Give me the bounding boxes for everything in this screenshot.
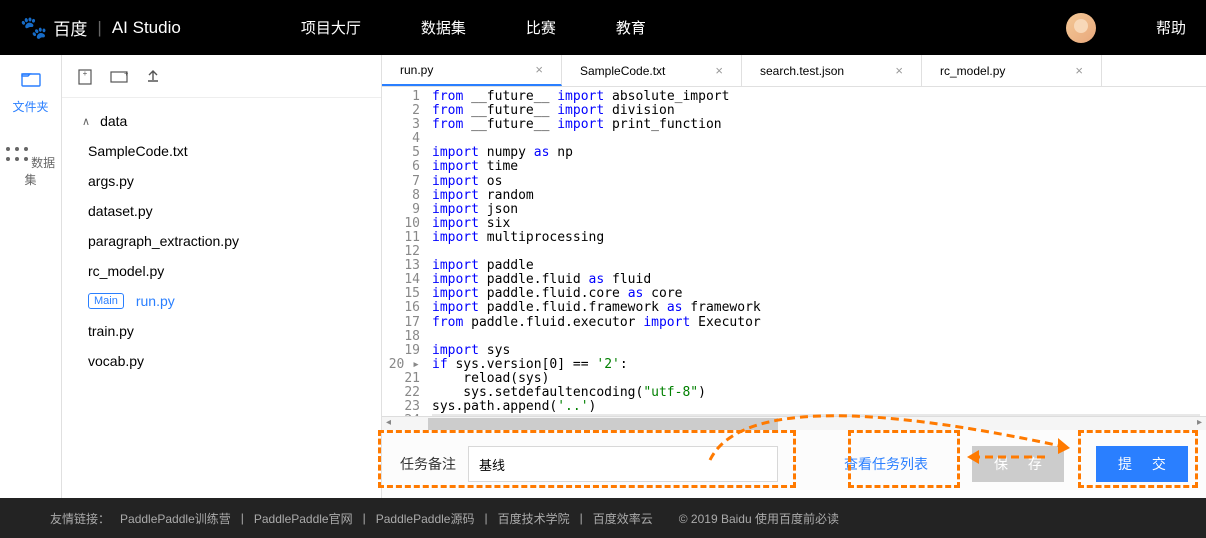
nav-datasets[interactable]: 数据集	[421, 17, 466, 38]
file-panel: + + data SampleCode.txt args.py dataset.…	[62, 55, 382, 498]
scroll-thumb[interactable]	[428, 418, 778, 430]
nav-education[interactable]: 教育	[616, 17, 646, 38]
task-note-label: 任务备注	[400, 454, 456, 474]
view-tasks-link[interactable]: 查看任务列表	[832, 454, 940, 474]
footer-link[interactable]: 百度效率云	[593, 510, 653, 527]
upload-icon[interactable]	[146, 69, 160, 89]
logo-brand: 百度	[53, 15, 87, 40]
footer: 友情链接： PaddlePaddle训练营| PaddlePaddle官网| P…	[0, 498, 1206, 538]
svg-text:+: +	[83, 69, 88, 78]
tree-file[interactable]: vocab.py	[62, 346, 381, 376]
save-button[interactable]: 保 存	[972, 446, 1064, 482]
code-body[interactable]: from __future__ import absolute_importfr…	[426, 87, 1206, 416]
file-tree: data SampleCode.txt args.py dataset.py p…	[62, 98, 381, 384]
main-badge: Main	[88, 293, 124, 309]
left-nav-files-label: 文件夹	[12, 100, 48, 114]
new-folder-icon[interactable]: +	[110, 69, 128, 89]
tree-file[interactable]: SampleCode.txt	[62, 136, 381, 166]
logo[interactable]: 🐾 百度 | AI Studio	[20, 15, 181, 41]
line-gutter: 1234567891011121314151617181920 ▸2122232…	[382, 87, 426, 416]
submit-button[interactable]: 提 交	[1096, 446, 1188, 482]
top-nav: 项目大厅 数据集 比赛 教育	[301, 17, 646, 38]
nav-project-hall[interactable]: 项目大厅	[301, 17, 361, 38]
logo-divider: |	[97, 18, 101, 38]
left-nav-datasets-label: 数据集	[24, 156, 55, 187]
tree-file-active[interactable]: Mainrun.py	[62, 286, 381, 316]
baidu-paw-icon: 🐾	[20, 15, 47, 41]
help-link[interactable]: 帮助	[1156, 17, 1186, 38]
tab-search-json[interactable]: search.test.json×	[742, 55, 922, 86]
header: 🐾 百度 | AI Studio 项目大厅 数据集 比赛 教育 帮助	[0, 0, 1206, 55]
editor-tabs: run.py× SampleCode.txt× search.test.json…	[382, 55, 1206, 87]
avatar[interactable]	[1066, 13, 1096, 43]
header-right: 帮助	[1066, 13, 1186, 43]
close-icon[interactable]: ×	[535, 62, 543, 77]
tree-file[interactable]: train.py	[62, 316, 381, 346]
task-note-input[interactable]	[468, 446, 778, 482]
tree-file[interactable]: args.py	[62, 166, 381, 196]
dataset-icon	[6, 147, 28, 161]
svg-text:+: +	[124, 69, 128, 78]
horizontal-scrollbar[interactable]	[382, 416, 1206, 430]
tab-run-py[interactable]: run.py×	[382, 55, 562, 86]
main: 文件夹 数据集 + + data SampleCode.txt args.py …	[0, 55, 1206, 498]
bottom-bar: 任务备注 查看任务列表 保 存 提 交	[382, 430, 1206, 498]
logo-suffix: AI Studio	[112, 18, 181, 38]
tab-rc-model[interactable]: rc_model.py×	[922, 55, 1102, 86]
tree-file[interactable]: dataset.py	[62, 196, 381, 226]
tree-file[interactable]: paragraph_extraction.py	[62, 226, 381, 256]
footer-label: 友情链接：	[50, 510, 110, 527]
footer-copyright: © 2019 Baidu 使用百度前必读	[679, 510, 839, 527]
folder-icon	[0, 71, 61, 92]
file-toolbar: + +	[62, 61, 381, 98]
left-nav: 文件夹 数据集	[0, 55, 62, 498]
left-nav-datasets[interactable]: 数据集	[0, 131, 61, 204]
new-file-icon[interactable]: +	[78, 69, 92, 89]
footer-link[interactable]: PaddlePaddle源码	[376, 510, 475, 527]
close-icon[interactable]: ×	[895, 63, 903, 78]
nav-competition[interactable]: 比赛	[526, 17, 556, 38]
tree-file[interactable]: rc_model.py	[62, 256, 381, 286]
editor-area: run.py× SampleCode.txt× search.test.json…	[382, 55, 1206, 498]
close-icon[interactable]: ×	[1075, 63, 1083, 78]
code-editor[interactable]: 1234567891011121314151617181920 ▸2122232…	[382, 87, 1206, 416]
tree-folder-data[interactable]: data	[62, 106, 381, 136]
footer-link[interactable]: PaddlePaddle训练营	[120, 510, 231, 527]
footer-link[interactable]: 百度技术学院	[498, 510, 570, 527]
footer-link[interactable]: PaddlePaddle官网	[254, 510, 353, 527]
close-icon[interactable]: ×	[715, 63, 723, 78]
tab-samplecode[interactable]: SampleCode.txt×	[562, 55, 742, 86]
left-nav-files[interactable]: 文件夹	[0, 55, 61, 131]
